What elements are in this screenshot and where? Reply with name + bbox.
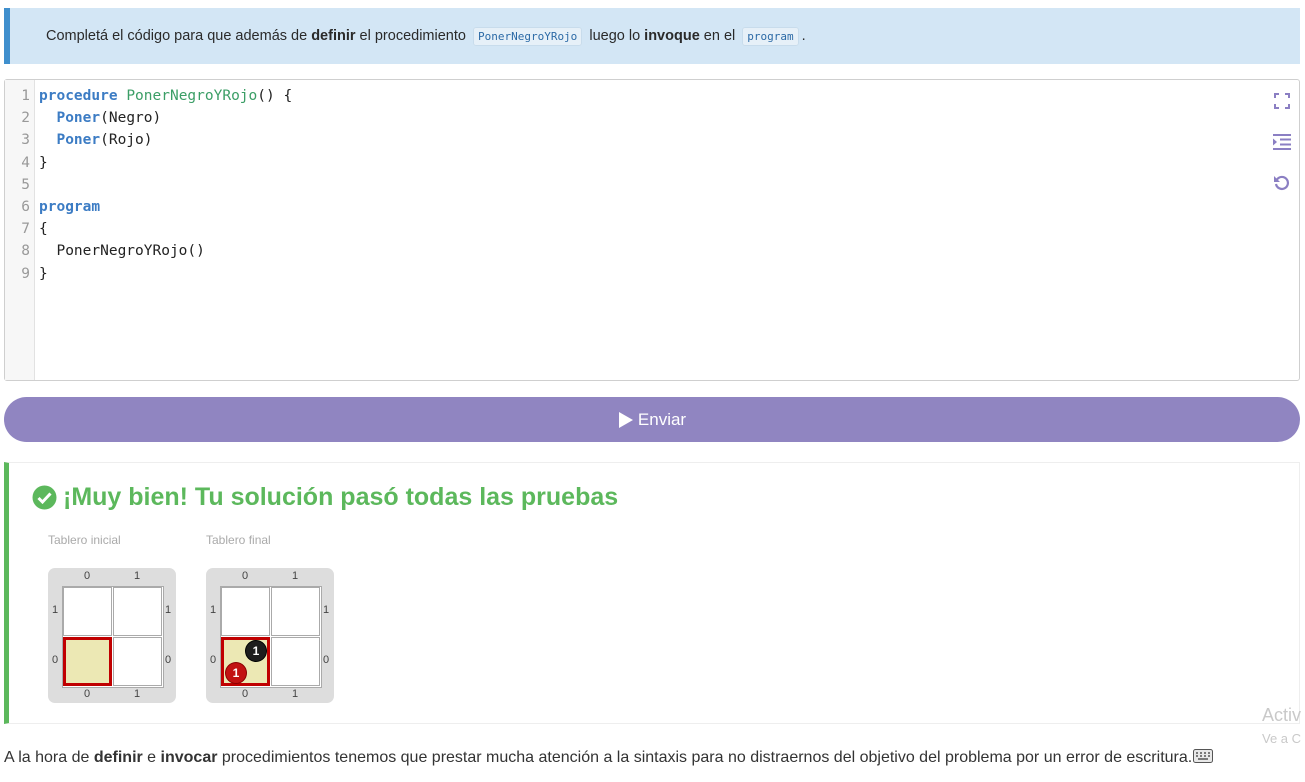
board-cell <box>271 587 320 636</box>
instruction-alert: Completá el código para que además de de… <box>4 8 1300 64</box>
line-number: 2 <box>21 110 30 127</box>
code-line[interactable]: } <box>39 263 292 285</box>
footer-part: A la hora de <box>4 749 94 766</box>
board-cell <box>221 587 270 636</box>
initial-board: 0 1 0 1 1 0 1 0 <box>48 568 176 703</box>
code-token: PonerNegroYRojo() <box>39 243 205 260</box>
line-number: 9 <box>21 265 30 282</box>
code-line[interactable]: ​ <box>39 174 292 196</box>
code-token: () { <box>257 88 293 104</box>
row-label-left: 1 <box>52 604 59 616</box>
code-token: { <box>39 221 48 238</box>
keyboard-icon <box>1193 749 1214 763</box>
instruction-text: Completá el código para que además de de… <box>46 27 806 46</box>
footer-bold-invoke: invocar <box>160 749 218 766</box>
red-ball: 1 <box>226 663 246 683</box>
board-cell <box>113 587 162 636</box>
final-board: 0 1 0 1 1 0 1 0 1 1 <box>206 568 334 703</box>
code-line[interactable]: program <box>39 196 292 218</box>
instruction-part: . <box>801 28 806 44</box>
code-token: Poner <box>56 110 101 127</box>
col-label-bottom: 0 <box>242 688 249 700</box>
instruction-part: el procedimiento <box>355 28 470 44</box>
instruction-part: luego lo <box>585 28 645 44</box>
indent-icon[interactable] <box>1271 131 1293 153</box>
board-cell-selected: 1 1 <box>221 637 270 686</box>
editor-toolbar <box>1271 90 1293 213</box>
col-label-top: 1 <box>134 570 141 582</box>
activation-watermark-sub: Ve a C <box>1262 731 1302 746</box>
col-label-top: 0 <box>242 570 249 582</box>
col-label-top: 0 <box>84 570 91 582</box>
code-token: } <box>39 154 48 171</box>
row-label-right: 0 <box>165 654 172 666</box>
code-token: (Rojo) <box>100 132 153 149</box>
footer-part: e <box>142 749 161 766</box>
reset-icon[interactable] <box>1271 172 1293 194</box>
initial-board-label: Tablero inicial <box>48 533 121 547</box>
black-ball: 1 <box>246 641 266 661</box>
result-title: ¡Muy bien! Tu solución pasó todas las pr… <box>32 483 618 512</box>
board-grid <box>62 586 164 688</box>
check-circle-icon <box>32 485 57 510</box>
col-label-top: 1 <box>292 570 299 582</box>
result-panel: ¡Muy bien! Tu solución pasó todas las pr… <box>4 462 1300 724</box>
code-line[interactable]: { <box>39 218 292 240</box>
code-line[interactable]: procedure PonerNegroYRojo() { <box>39 85 292 107</box>
instruction-part: en el <box>699 28 740 44</box>
row-label-left: 0 <box>52 654 59 666</box>
row-label-right: 0 <box>323 654 330 666</box>
code-token: program <box>39 198 101 215</box>
code-token: } <box>39 265 48 282</box>
final-board-label: Tablero final <box>206 533 271 547</box>
code-token: (Negro) <box>100 110 162 127</box>
board-grid: 1 1 <box>220 586 322 688</box>
row-label-left: 1 <box>210 604 217 616</box>
submit-label: Enviar <box>637 409 687 429</box>
instruction-bold-invoke: invoque <box>644 28 700 44</box>
line-number: 3 <box>21 132 30 149</box>
play-icon <box>618 411 633 428</box>
instruction-code-procedure: PonerNegroYRojo <box>472 27 583 46</box>
instruction-part: Completá el código para que además de <box>46 28 312 44</box>
explanation-text: A la hora de definir e invocar procedimi… <box>4 749 1214 767</box>
line-number: 4 <box>21 154 30 171</box>
code-line[interactable]: PonerNegroYRojo() <box>39 240 292 262</box>
result-title-text: ¡Muy bien! Tu solución pasó todas las pr… <box>63 483 619 511</box>
code-line[interactable]: } <box>39 152 292 174</box>
board-cell <box>271 637 320 686</box>
line-number-gutter: 1 2 3 4 5 6 7 8 9 <box>5 80 35 380</box>
col-label-bottom: 1 <box>134 688 141 700</box>
board-cell <box>113 637 162 686</box>
board-cell-selected <box>63 637 112 686</box>
line-number: 1 <box>21 88 30 104</box>
code-line[interactable]: Poner(Negro) <box>39 107 292 129</box>
row-label-left: 0 <box>210 654 217 666</box>
col-label-bottom: 1 <box>292 688 299 700</box>
line-number: 6 <box>21 198 30 215</box>
instruction-code-program: program <box>742 27 799 46</box>
col-label-bottom: 0 <box>84 688 91 700</box>
footer-part: procedimientos tenemos que prestar mucha… <box>217 749 1193 766</box>
code-token: procedure <box>39 88 118 104</box>
line-number: 8 <box>21 243 30 260</box>
code-token: PonerNegroYRojo <box>126 88 258 104</box>
line-number: 5 <box>21 176 30 193</box>
row-label-right: 1 <box>165 604 172 616</box>
row-label-right: 1 <box>323 604 330 616</box>
footer-bold-define: definir <box>93 749 143 766</box>
line-number: 7 <box>21 221 30 238</box>
board-cell <box>63 587 112 636</box>
code-area[interactable]: procedure PonerNegroYRojo() { Poner(Negr… <box>39 85 292 285</box>
code-editor[interactable]: 1 2 3 4 5 6 7 8 9 procedure PonerNegroYRojo() { … <box>4 79 1300 381</box>
code-line[interactable]: Poner(Rojo) <box>39 129 292 151</box>
submit-button[interactable]: Enviar <box>4 397 1300 442</box>
instruction-bold-define: definir <box>311 28 356 44</box>
fullscreen-icon[interactable] <box>1271 90 1293 112</box>
code-token: Poner <box>56 132 101 149</box>
activation-watermark: Activ <box>1262 705 1302 725</box>
